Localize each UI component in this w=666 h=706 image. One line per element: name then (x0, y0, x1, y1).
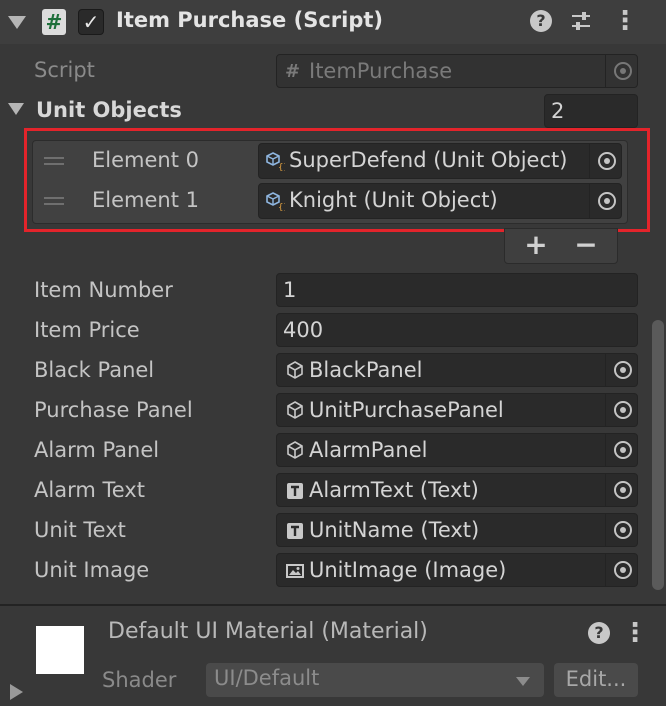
material-preview-thumbnail (36, 626, 84, 674)
kebab-menu-icon[interactable]: ⋮ (612, 6, 638, 36)
item-number-label: Item Number (34, 278, 173, 302)
object-picker-icon (614, 401, 632, 419)
list-add-remove-buttons: + − (504, 228, 618, 264)
unit-text-label: Unit Text (34, 518, 126, 542)
object-picker-button[interactable] (605, 354, 637, 386)
script-field-value: ItemPurchase (309, 59, 453, 83)
alarm-panel-field[interactable]: AlarmPanel (276, 433, 638, 467)
unit-image-label: Unit Image (34, 558, 150, 582)
unit-objects-label: Unit Objects (36, 98, 182, 122)
object-picker-icon (614, 481, 632, 499)
shader-label: Shader (102, 668, 177, 692)
help-icon[interactable]: ? (530, 10, 552, 32)
unit-image-field[interactable]: UnitImage (Image) (276, 553, 638, 587)
object-picker-icon (614, 561, 632, 579)
object-picker-button[interactable] (605, 394, 637, 426)
component-title: Item Purchase (Script) (116, 8, 384, 32)
object-picker-button[interactable] (605, 554, 637, 586)
script-icon: # (285, 61, 301, 82)
object-picker-button[interactable] (605, 474, 637, 506)
purchase-panel-label: Purchase Panel (34, 398, 193, 422)
add-element-button[interactable]: + (511, 229, 561, 263)
preview-foldout-icon[interactable] (10, 684, 23, 700)
script-label: Script (34, 58, 95, 82)
scrollbar[interactable] (652, 320, 664, 590)
script-field: # ItemPurchase (276, 54, 638, 88)
alarm-panel-label: Alarm Panel (34, 438, 160, 462)
text-icon (285, 481, 305, 506)
alarm-panel-value: AlarmPanel (309, 438, 428, 462)
black-panel-field[interactable]: BlackPanel (276, 353, 638, 387)
material-help-icon[interactable]: ? (588, 622, 610, 644)
shader-dropdown[interactable]: UI/Default (206, 663, 544, 697)
remove-element-button[interactable]: − (561, 229, 611, 263)
purchase-panel-value: UnitPurchasePanel (309, 398, 504, 422)
text-icon (285, 521, 305, 546)
material-kebab-menu-icon[interactable]: ⋮ (622, 618, 648, 648)
object-picker-button[interactable] (605, 434, 637, 466)
edit-shader-button[interactable]: Edit... (554, 663, 638, 697)
gameobject-icon (285, 360, 305, 385)
gameobject-icon (285, 440, 305, 465)
foldout-arrow-icon[interactable] (8, 16, 26, 29)
purchase-panel-field[interactable]: UnitPurchasePanel (276, 393, 638, 427)
gameobject-icon (285, 400, 305, 425)
black-panel-label: Black Panel (34, 358, 155, 382)
image-icon (285, 561, 305, 586)
alarm-text-field[interactable]: AlarmText (Text) (276, 473, 638, 507)
unit-objects-foldout-icon[interactable] (8, 103, 24, 115)
unit-objects-size-field[interactable]: 2 (544, 94, 638, 128)
black-panel-value: BlackPanel (309, 358, 423, 382)
object-picker-icon (614, 521, 632, 539)
dropdown-arrow-icon (516, 677, 530, 686)
unit-text-field[interactable]: UnitName (Text) (276, 513, 638, 547)
object-picker-icon (614, 441, 632, 459)
unit-objects-size-value: 2 (551, 99, 565, 123)
object-picker-icon (614, 62, 632, 80)
unit-text-value: UnitName (Text) (309, 518, 480, 542)
item-price-field[interactable]: 400 (276, 313, 638, 347)
item-number-value: 1 (283, 278, 297, 302)
object-picker-button[interactable] (605, 514, 637, 546)
preset-icon[interactable] (570, 10, 592, 32)
enabled-checkbox[interactable]: ✓ (78, 9, 104, 35)
object-picker-button (605, 55, 637, 87)
shader-dropdown-value: UI/Default (214, 666, 320, 690)
item-number-field[interactable]: 1 (276, 273, 638, 307)
material-title: Default UI Material (Material) (108, 619, 428, 644)
alarm-text-value: AlarmText (Text) (309, 478, 479, 502)
item-price-label: Item Price (34, 318, 140, 342)
object-picker-icon (614, 361, 632, 379)
script-icon: # (42, 9, 66, 35)
alarm-text-label: Alarm Text (34, 478, 145, 502)
highlight-box (24, 128, 650, 232)
item-price-value: 400 (283, 318, 324, 342)
unit-image-value: UnitImage (Image) (309, 558, 507, 582)
divider (0, 604, 666, 606)
